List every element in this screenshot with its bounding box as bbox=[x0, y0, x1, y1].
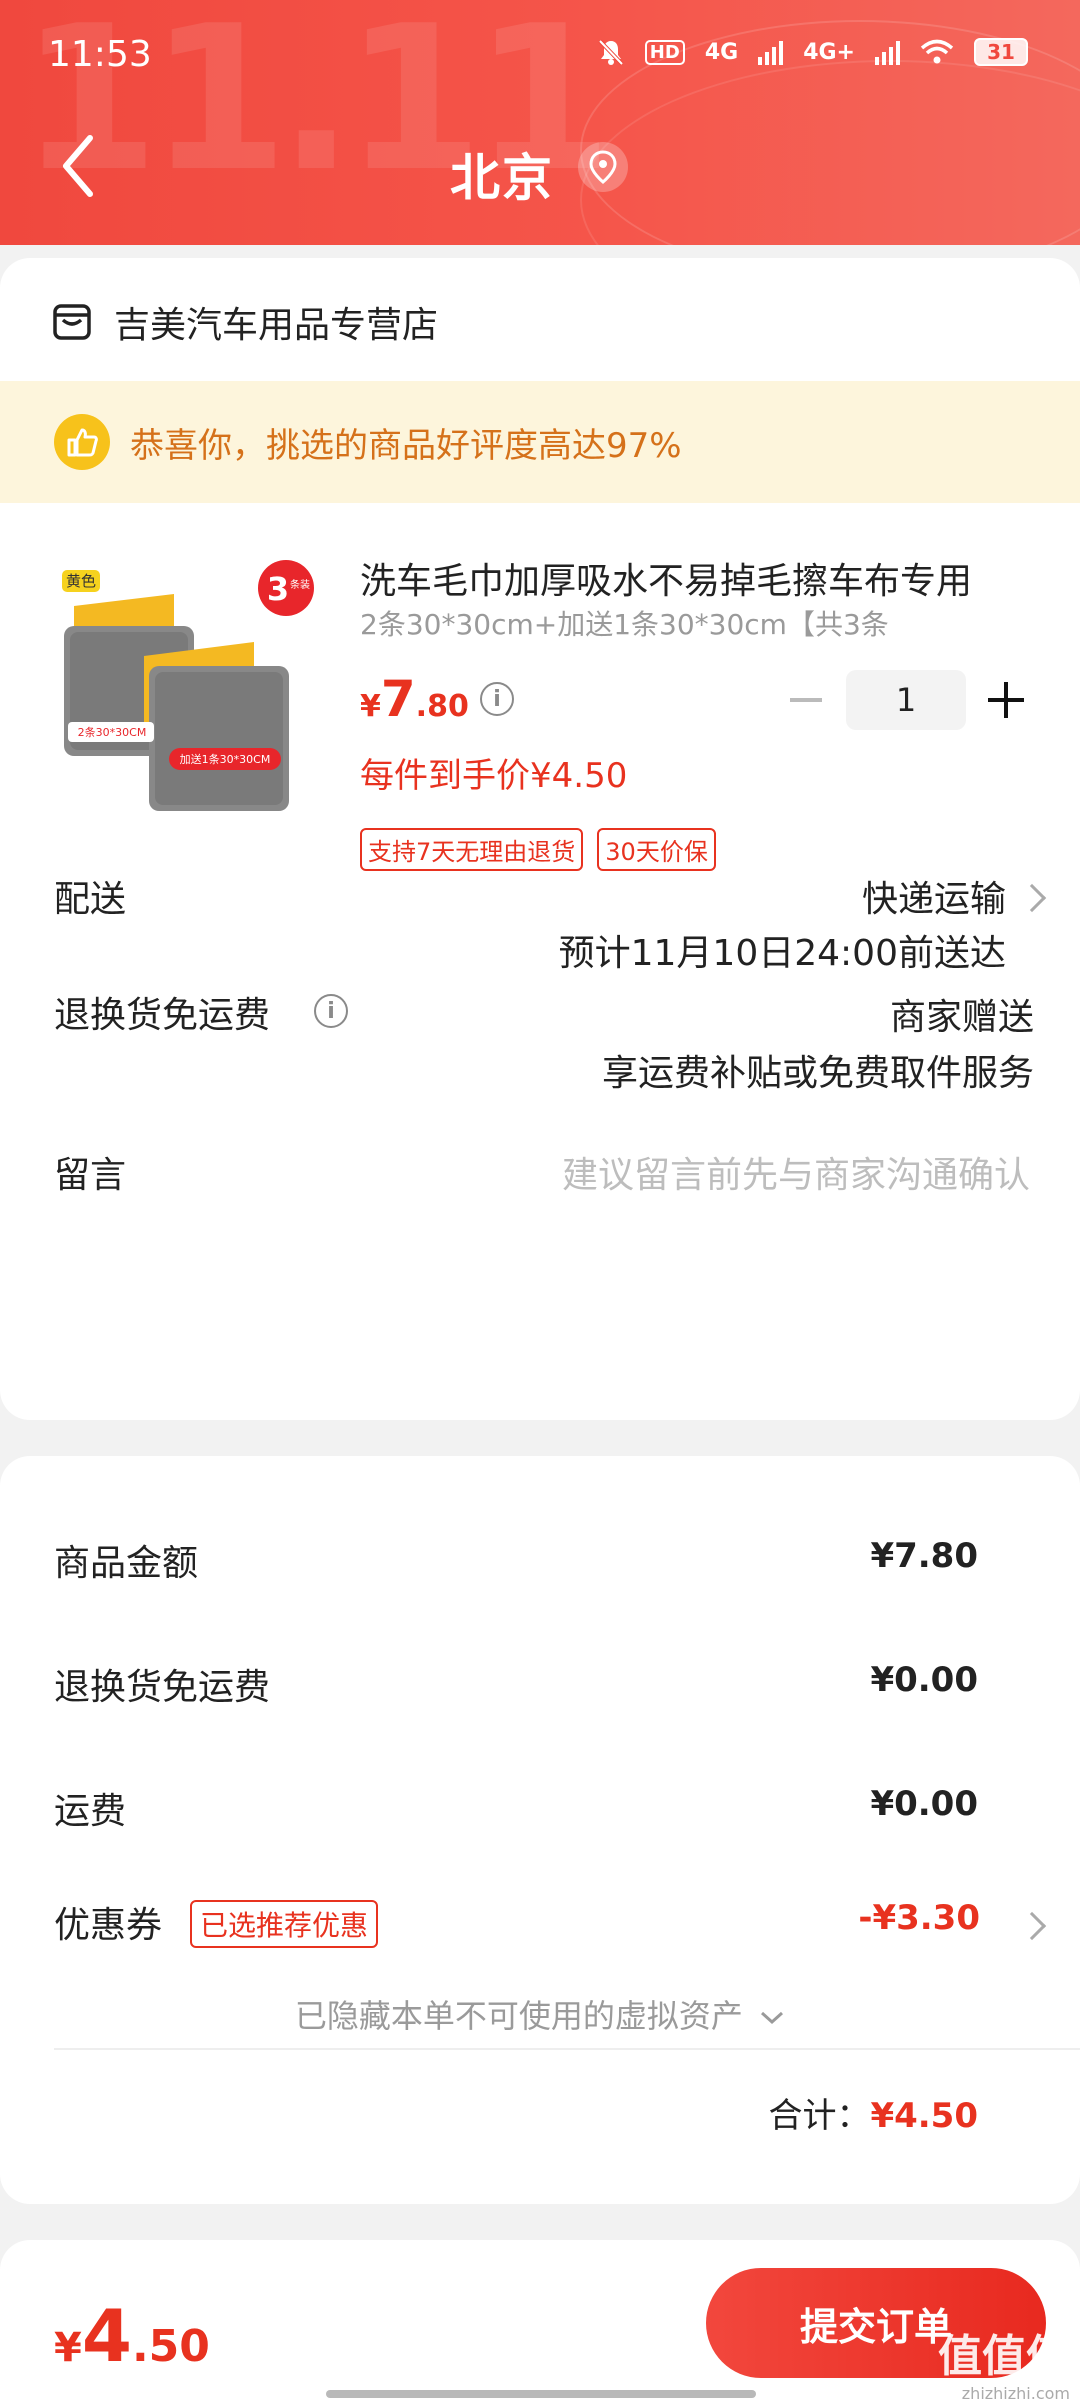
hidden-assets-toggle[interactable]: 已隐藏本单不可使用的虚拟资产 bbox=[0, 1991, 1080, 2037]
product-price: ¥7.80 bbox=[360, 670, 469, 728]
network-label: 4G bbox=[704, 39, 739, 65]
price-integer: 7 bbox=[380, 670, 416, 728]
svg-text:黄色: 黄色 bbox=[66, 572, 96, 590]
price-currency: ¥ bbox=[54, 2325, 82, 2371]
product-title[interactable]: 洗车毛巾加厚吸水不易掉毛擦车布专用 bbox=[360, 552, 1020, 604]
chevron-down-icon bbox=[761, 2011, 784, 2025]
return-info-icon[interactable]: i bbox=[314, 994, 348, 1028]
return-shipping-label: 退换货免运费 bbox=[54, 995, 271, 1036]
store-row[interactable]: 吉美汽车用品专营店 bbox=[52, 296, 438, 348]
status-time: 11:53 bbox=[48, 34, 152, 75]
header: 11.11 11:53 HD 4G 4G+ 31 北京 bbox=[0, 0, 1080, 245]
signal-icon bbox=[758, 39, 784, 65]
total-row: 合计：¥4.50 bbox=[768, 2088, 978, 2137]
bell-off-icon bbox=[598, 39, 624, 66]
store-icon bbox=[53, 304, 91, 340]
hidden-assets-text: 已隐藏本单不可使用的虚拟资产 bbox=[294, 1997, 743, 2035]
svg-text:2条30*30CM: 2条30*30CM bbox=[78, 725, 147, 739]
network-label: 4G+ bbox=[803, 39, 855, 65]
home-indicator[interactable] bbox=[326, 2390, 756, 2398]
price-decimal: .80 bbox=[415, 689, 469, 724]
praise-banner: 恭喜你，挑选的商品好评度高达97% bbox=[0, 381, 1080, 503]
page-title: 北京 bbox=[450, 149, 554, 207]
svg-text:加送1条30*30CM: 加送1条30*30CM bbox=[180, 752, 271, 766]
price-decimal: .50 bbox=[131, 2321, 210, 2372]
product-spec[interactable]: 2条30*30cm+加送1条30*30cm【共3条 bbox=[360, 603, 1020, 643]
chevron-right-icon[interactable] bbox=[1017, 1911, 1047, 1941]
goods-amount-value: ¥7.80 bbox=[870, 1536, 978, 1576]
delivery-label: 配送 bbox=[54, 879, 127, 920]
return-fee-value: ¥0.00 bbox=[870, 1660, 978, 1700]
status-icons: HD 4G 4G+ 31 bbox=[597, 38, 1028, 66]
price-integer: 4 bbox=[81, 2294, 132, 2378]
delivery-eta: 预计11月10日24:00前送达 bbox=[558, 933, 1006, 974]
quantity-decrease-button[interactable] bbox=[790, 698, 822, 702]
chevron-right-icon[interactable] bbox=[1017, 883, 1047, 913]
coupon-tag: 已选推荐优惠 bbox=[190, 1900, 379, 1948]
coupon-value[interactable]: -¥3.30 bbox=[858, 1898, 980, 1938]
total-value: ¥4.50 bbox=[870, 2096, 978, 2136]
site-watermark: 值值值 zhizhizhi.com bbox=[938, 2320, 1070, 2400]
signal-icon bbox=[875, 39, 900, 65]
product-image[interactable]: 黄色 3 条装 2条30*30CM 加送1条30*30CM bbox=[54, 546, 324, 816]
quantity-value[interactable]: 1 bbox=[846, 670, 966, 730]
delivery-method[interactable]: 快递运输 bbox=[862, 870, 1006, 922]
watermark-subtext: zhizhizhi.com bbox=[961, 2384, 1070, 2400]
quantity-increase-button[interactable] bbox=[988, 682, 1024, 718]
wifi-icon bbox=[920, 39, 954, 64]
return-shipping-value: 商家赠送 bbox=[889, 997, 1034, 1038]
bottom-total-price: ¥4.50 bbox=[54, 2294, 210, 2378]
back-button[interactable] bbox=[58, 134, 98, 198]
message-input[interactable]: 建议留言前先与商家沟通确认 bbox=[562, 1146, 1030, 1198]
goods-amount-label: 商品金额 bbox=[54, 1543, 199, 1584]
total-label: 合计： bbox=[768, 2096, 871, 2136]
store-name: 吉美汽车用品专营店 bbox=[114, 305, 439, 346]
return-fee-label: 退换货免运费 bbox=[54, 1667, 271, 1708]
hd-icon: HD bbox=[644, 39, 685, 65]
service-tags: 支持7天无理由退货 30天价保 bbox=[360, 828, 716, 871]
location-icon[interactable] bbox=[578, 142, 628, 192]
price-summary-card: 商品金额 ¥7.80 退换货免运费 ¥0.00 运费 ¥0.00 优惠券 已选推… bbox=[0, 1456, 1080, 2204]
return-shipping-desc: 享运费补贴或免费取件服务 bbox=[601, 1053, 1034, 1094]
price-currency: ¥ bbox=[360, 689, 381, 724]
watermark-text: 值值值 bbox=[938, 2331, 1070, 2382]
thumbs-up-icon bbox=[54, 414, 110, 470]
freight-label: 运费 bbox=[54, 1791, 127, 1832]
message-label: 留言 bbox=[54, 1155, 127, 1196]
coupon-label: 优惠券 bbox=[54, 1905, 163, 1946]
tag-return-7days: 支持7天无理由退货 bbox=[360, 828, 584, 871]
each-price: 每件到手价¥4.50 bbox=[360, 756, 628, 796]
svg-text:条装: 条装 bbox=[290, 578, 310, 591]
praise-text: 恭喜你，挑选的商品好评度高达97% bbox=[130, 425, 682, 466]
bottom-bar: ¥4.50 提交订单 值值值 zhizhizhi.com bbox=[0, 2240, 1080, 2400]
battery-icon: 31 bbox=[974, 38, 1028, 66]
location-pin-icon bbox=[589, 150, 617, 184]
divider bbox=[54, 2048, 1080, 2050]
price-info-icon[interactable]: i bbox=[480, 682, 514, 716]
svg-text:3: 3 bbox=[267, 570, 289, 608]
order-card: 吉美汽车用品专营店 恭喜你，挑选的商品好评度高达97% 黄色 3 条装 2条30… bbox=[0, 258, 1080, 1420]
freight-value: ¥0.00 bbox=[870, 1784, 978, 1824]
tag-price-protect: 30天价保 bbox=[597, 828, 716, 871]
